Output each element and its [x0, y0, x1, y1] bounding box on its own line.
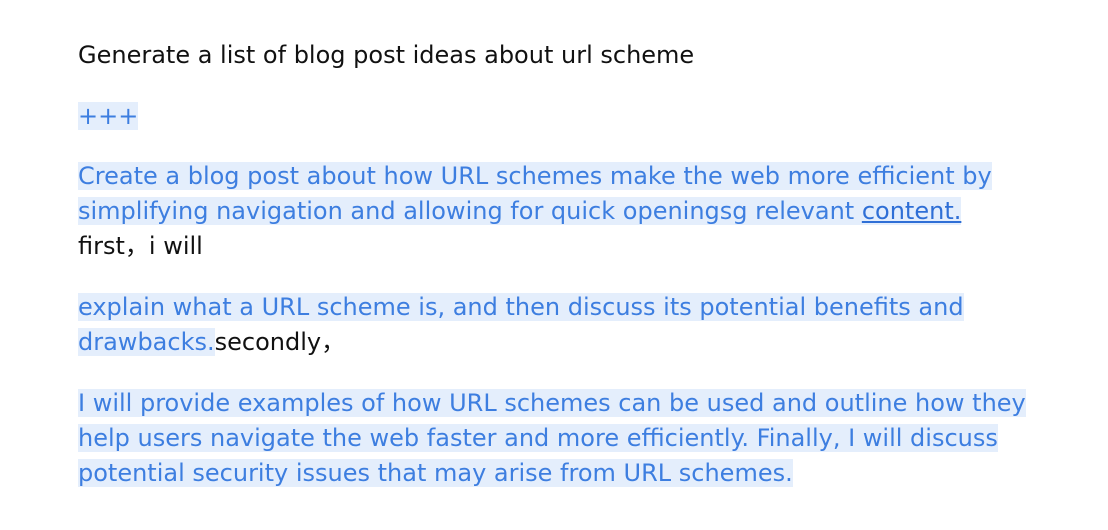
paragraph-1: Create a blog post about how URL schemes…: [78, 159, 1038, 264]
document-body: Generate a list of blog post ideas about…: [78, 38, 1038, 491]
paragraph-1-plain-text: first，i will: [78, 232, 203, 260]
content-link[interactable]: content.: [861, 197, 962, 225]
paragraph-2-plain-text: secondly，: [214, 328, 346, 356]
paragraph-3-highlighted-text: I will provide examples of how URL schem…: [78, 389, 1026, 487]
paragraph-3: I will provide examples of how URL schem…: [78, 386, 1038, 491]
prompt-line: Generate a list of blog post ideas about…: [78, 41, 695, 69]
paragraph-1-highlighted-text: Create a blog post about how URL schemes…: [78, 162, 992, 225]
paragraph-2-highlighted-text: explain what a URL scheme is, and then d…: [78, 293, 964, 356]
separator-text: +++: [78, 102, 139, 130]
separator-line: +++: [78, 99, 1038, 134]
paragraph-2: explain what a URL scheme is, and then d…: [78, 290, 1038, 360]
